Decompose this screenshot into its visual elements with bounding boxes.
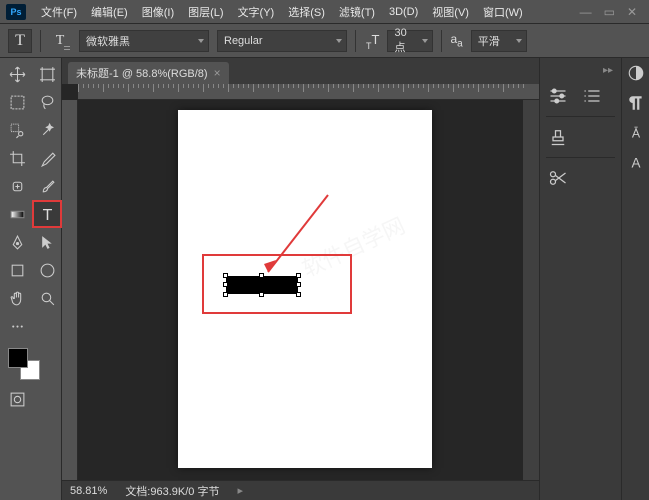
editor-area: 未标题-1 @ 58.8%(RGB/8) × 软件自学网 (62, 58, 539, 500)
quickselect-tool[interactable] (3, 117, 31, 143)
resize-handle[interactable] (223, 273, 228, 278)
menu-window[interactable]: 窗口(W) (476, 4, 530, 20)
options-bar: T T 微软雅黑 Regular TT 30 点 aa 平滑 (0, 24, 649, 58)
svg-text:Ǡ: Ǡ (631, 126, 640, 141)
toolbox: T (0, 58, 62, 500)
type-tool[interactable]: T (33, 201, 61, 227)
shape-tool[interactable] (3, 257, 31, 283)
menu-layer[interactable]: 图层(L) (181, 4, 230, 20)
healingbrush-tool[interactable] (3, 173, 31, 199)
menu-3d[interactable]: 3D(D) (382, 6, 425, 18)
right-panel: ▸▸ Ǡ A (539, 58, 649, 500)
pathselect-tool[interactable] (33, 229, 61, 255)
menu-type[interactable]: 文字(Y) (231, 4, 282, 20)
minimize-button[interactable]: — (580, 5, 592, 19)
resize-handle[interactable] (296, 273, 301, 278)
edit-toolbar[interactable] (3, 313, 31, 339)
brush-tool[interactable] (33, 173, 61, 199)
svg-text:T: T (42, 206, 52, 222)
paragraph-icon[interactable] (627, 94, 645, 112)
document-tab-bar: 未标题-1 @ 58.8%(RGB/8) × (62, 58, 539, 84)
svg-text:A: A (631, 156, 640, 171)
font-size-icon: TT (366, 32, 379, 50)
antialias-icon: aa (450, 32, 462, 49)
doc-size-info[interactable]: 文档:963.9K/0 字节 (125, 483, 219, 499)
quickmask-tool[interactable] (3, 386, 31, 412)
resize-handle[interactable] (296, 292, 301, 297)
pen-tool[interactable] (3, 229, 31, 255)
resize-handle[interactable] (223, 282, 228, 287)
text-layer-object[interactable] (226, 276, 298, 294)
sliders-icon[interactable] (548, 86, 568, 106)
gradient-tool[interactable] (3, 201, 31, 227)
character-icon[interactable]: A (627, 154, 645, 172)
menu-bar: Ps 文件(F) 编辑(E) 图像(I) 图层(L) 文字(Y) 选择(S) 滤… (0, 0, 649, 24)
lasso-tool[interactable] (33, 89, 61, 115)
close-button[interactable]: ✕ (627, 5, 637, 19)
document-tab[interactable]: 未标题-1 @ 58.8%(RGB/8) × (68, 62, 229, 84)
eyedropper-tool[interactable] (33, 145, 61, 171)
list-icon[interactable] (582, 86, 602, 106)
contrast-icon[interactable] (627, 64, 645, 82)
app-logo: Ps (6, 4, 26, 20)
resize-handle[interactable] (296, 282, 301, 287)
document-tab-title: 未标题-1 @ 58.8%(RGB/8) (76, 65, 208, 81)
zoom-value[interactable]: 58.81% (70, 485, 107, 497)
menu-select[interactable]: 选择(S) (281, 4, 332, 20)
resize-handle[interactable] (259, 273, 264, 278)
foreground-swatch[interactable] (8, 348, 28, 368)
menu-view[interactable]: 视图(V) (425, 4, 476, 20)
text-orientation-button[interactable]: T (49, 30, 71, 52)
artboard-tool[interactable] (33, 61, 61, 87)
crop-tool[interactable] (3, 145, 31, 171)
menu-image[interactable]: 图像(I) (135, 4, 181, 20)
window-controls: — ▭ ✕ (580, 5, 649, 19)
tab-close-icon[interactable]: × (214, 66, 221, 80)
vertical-ruler[interactable] (62, 100, 78, 480)
font-size-select[interactable]: 30 点 (387, 30, 433, 52)
vertical-scrollbar[interactable] (523, 100, 539, 480)
ellipse-tool[interactable] (33, 257, 61, 283)
menu-edit[interactable]: 编辑(E) (84, 4, 135, 20)
scissors-icon[interactable] (548, 168, 568, 188)
maximize-button[interactable]: ▭ (604, 5, 615, 19)
magicwand-tool[interactable] (33, 117, 61, 143)
resize-handle[interactable] (223, 292, 228, 297)
horizontal-ruler[interactable] (78, 84, 539, 100)
zoom-tool[interactable] (33, 285, 61, 311)
color-swatches[interactable] (8, 348, 40, 380)
collapse-panel-icon[interactable]: ▸▸ (601, 64, 615, 76)
menu-filter[interactable]: 滤镜(T) (332, 4, 382, 20)
marquee-tool[interactable] (3, 89, 31, 115)
hand-tool[interactable] (3, 285, 31, 311)
antialias-select[interactable]: 平滑 (471, 30, 527, 52)
font-style-select[interactable]: Regular (217, 30, 347, 52)
tool-preset-icon[interactable]: T (8, 29, 32, 53)
canvas-viewport[interactable]: 软件自学网 (78, 100, 523, 480)
glyphs-icon[interactable]: Ǡ (627, 124, 645, 142)
move-tool[interactable] (3, 61, 31, 87)
font-family-select[interactable]: 微软雅黑 (79, 30, 209, 52)
stamp-icon[interactable] (548, 127, 568, 147)
menu-file[interactable]: 文件(F) (34, 4, 84, 20)
resize-handle[interactable] (259, 292, 264, 297)
status-bar: 58.81% 文档:963.9K/0 字节 ▸ (62, 480, 539, 500)
